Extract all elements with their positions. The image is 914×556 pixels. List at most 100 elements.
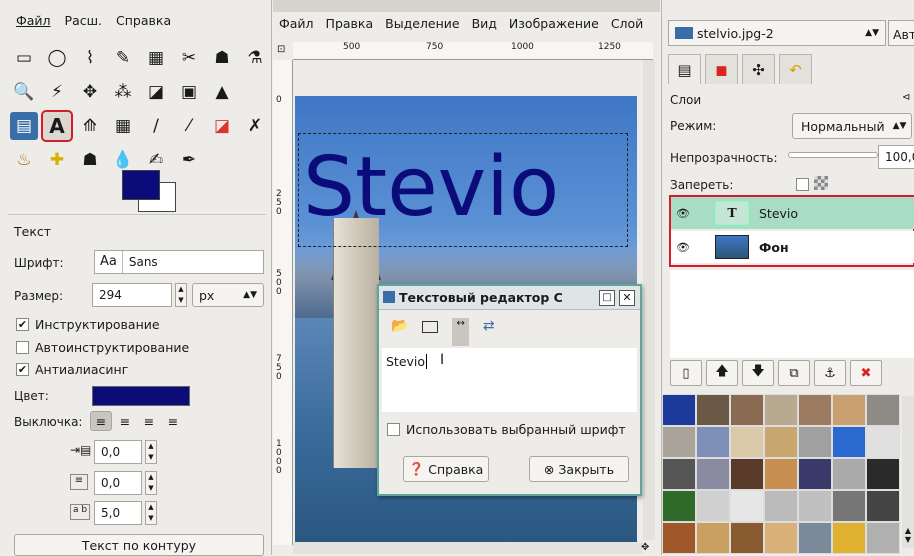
unit-select[interactable]: px ▲▼	[192, 283, 264, 307]
anchor-layer-icon[interactable]: ⚓	[814, 360, 846, 386]
pattern-swatch[interactable]	[696, 522, 730, 554]
eye-icon[interactable]: 👁	[671, 207, 695, 220]
menu-select[interactable]: Выделение	[385, 16, 459, 40]
flip-icon[interactable]: ▤	[10, 112, 38, 140]
airbrush-icon[interactable]: ✗	[241, 112, 269, 140]
scale-icon[interactable]: ▣	[175, 78, 203, 106]
open-file-icon[interactable]: 📂	[391, 318, 408, 346]
pattern-swatch[interactable]	[832, 490, 866, 522]
autohint-checkbox[interactable]: Автоинструктирование	[16, 340, 189, 355]
pattern-swatch[interactable]	[662, 458, 696, 490]
pattern-swatch[interactable]	[866, 394, 900, 426]
clone-icon[interactable]: ☗	[76, 146, 104, 174]
menu-file[interactable]: Файл	[16, 13, 51, 42]
fuzzy-select-icon[interactable]: ✎	[109, 44, 137, 72]
pattern-swatch[interactable]	[866, 458, 900, 490]
text-color-button[interactable]	[92, 386, 190, 406]
blend-icon[interactable]: ▦	[109, 112, 137, 140]
window-titlebar[interactable]	[273, 0, 660, 12]
pattern-swatch[interactable]	[866, 522, 900, 554]
measure-icon[interactable]: ⚡	[43, 78, 71, 106]
ink-icon[interactable]: ♨	[10, 146, 38, 174]
auto-button[interactable]: Авто	[888, 20, 914, 46]
text-tool-icon[interactable]: A	[41, 110, 73, 142]
horizontal-scrollbar[interactable]	[293, 542, 643, 554]
text-editor-area[interactable]: Stevio I	[382, 348, 637, 412]
pattern-swatch[interactable]	[798, 458, 832, 490]
pattern-swatch[interactable]	[696, 426, 730, 458]
move-icon[interactable]: ✥	[76, 78, 104, 106]
layers-tab-icon[interactable]: ▤	[668, 54, 701, 84]
pattern-swatch[interactable]	[730, 490, 764, 522]
heal-icon[interactable]: ✚	[43, 146, 71, 174]
rect-select-icon[interactable]: ▭	[10, 44, 38, 72]
scissors-select-icon[interactable]: ✂	[175, 44, 203, 72]
mode-select[interactable]: Нормальный ▲▼	[792, 113, 912, 139]
maximize-icon[interactable]: □	[599, 290, 615, 306]
rtl-direction-icon[interactable]: ⇄	[483, 318, 495, 346]
duplicate-layer-icon[interactable]: ⧉	[778, 360, 810, 386]
pattern-swatch[interactable]	[662, 394, 696, 426]
ltr-direction-icon[interactable]: ↔	[452, 318, 469, 346]
lower-layer-icon[interactable]: 🡇	[742, 360, 774, 386]
menu-view[interactable]: Вид	[472, 16, 497, 40]
pattern-swatch[interactable]	[696, 458, 730, 490]
opacity-slider[interactable]	[788, 152, 878, 158]
size-spin[interactable]: ▲ ▼	[175, 283, 187, 307]
patterns-scrollbar[interactable]: ▲ ▼	[902, 396, 914, 548]
line-spacing-input[interactable]: 0,0	[94, 471, 142, 495]
menu-image[interactable]: Изображение	[509, 16, 599, 40]
pattern-swatch[interactable]	[866, 490, 900, 522]
hinting-checkbox[interactable]: ✔ Инструктирование	[16, 317, 160, 332]
pattern-swatch[interactable]	[730, 458, 764, 490]
menu-file[interactable]: Файл	[279, 16, 314, 40]
letter-spacing-spin[interactable]: ▲ ▼	[145, 501, 157, 525]
pattern-swatch[interactable]	[832, 522, 866, 554]
pattern-swatch[interactable]	[832, 426, 866, 458]
pattern-swatch[interactable]	[764, 522, 798, 554]
free-select-icon[interactable]: ⌇	[76, 44, 104, 72]
color-select-icon[interactable]: ▦	[142, 44, 170, 72]
foreground-select-icon[interactable]: ☗	[208, 44, 236, 72]
antialias-checkbox[interactable]: ✔ Антиалиасинг	[16, 362, 128, 377]
pattern-swatch[interactable]	[696, 490, 730, 522]
text-along-path-button[interactable]: Текст по контуру	[14, 534, 264, 556]
channels-tab-icon[interactable]: ◼	[705, 54, 738, 84]
indent-input[interactable]: 0,0	[94, 440, 142, 464]
menu-help[interactable]: Справка	[116, 13, 171, 42]
pattern-swatch[interactable]	[764, 490, 798, 522]
raise-layer-icon[interactable]: 🡅	[706, 360, 738, 386]
paths-tab-icon[interactable]: ✣	[742, 54, 775, 84]
navigate-icon[interactable]: ✥	[641, 542, 649, 553]
use-font-checkbox[interactable]: Использовать выбранный шрифт	[387, 422, 626, 437]
delete-layer-icon[interactable]: ✖	[850, 360, 882, 386]
vertical-scrollbar[interactable]	[643, 60, 655, 540]
close-button[interactable]: ⊗ Закрыть	[529, 456, 629, 482]
justify-center-icon[interactable]: ≡	[138, 411, 160, 431]
lock-pixels-checkbox[interactable]	[796, 178, 809, 191]
quickmask-icon[interactable]: ⊡	[277, 44, 285, 55]
pencil-icon[interactable]: ∕	[142, 112, 170, 140]
pattern-swatch[interactable]	[764, 394, 798, 426]
paths-icon[interactable]: ⚗	[241, 44, 269, 72]
pattern-swatch[interactable]	[832, 458, 866, 490]
image-select[interactable]: stelvio.jpg-2 ▲▼	[668, 20, 886, 46]
new-layer-icon[interactable]: ▯	[670, 360, 702, 386]
opacity-input[interactable]: 100,0	[878, 145, 914, 169]
zoom-icon[interactable]: 🔍	[10, 78, 38, 106]
pattern-swatch[interactable]	[764, 458, 798, 490]
indent-spin[interactable]: ▲ ▼	[145, 440, 157, 464]
pattern-swatch[interactable]	[662, 426, 696, 458]
menu-layer[interactable]: Слой	[611, 16, 644, 40]
justify-fill-icon[interactable]: ≡	[162, 411, 184, 431]
menu-edit[interactable]: Правка	[326, 16, 374, 40]
menu-extensions[interactable]: Расш.	[65, 13, 102, 42]
ellipse-select-icon[interactable]: ◯	[43, 44, 71, 72]
align-icon[interactable]: ⁂	[109, 78, 137, 106]
pattern-swatch[interactable]	[798, 490, 832, 522]
foreground-color-swatch[interactable]	[122, 170, 160, 200]
eye-icon[interactable]: 👁	[671, 241, 695, 254]
undo-tab-icon[interactable]: ↶	[779, 54, 812, 84]
pattern-swatch[interactable]	[832, 394, 866, 426]
letter-spacing-input[interactable]: 5,0	[94, 501, 142, 525]
